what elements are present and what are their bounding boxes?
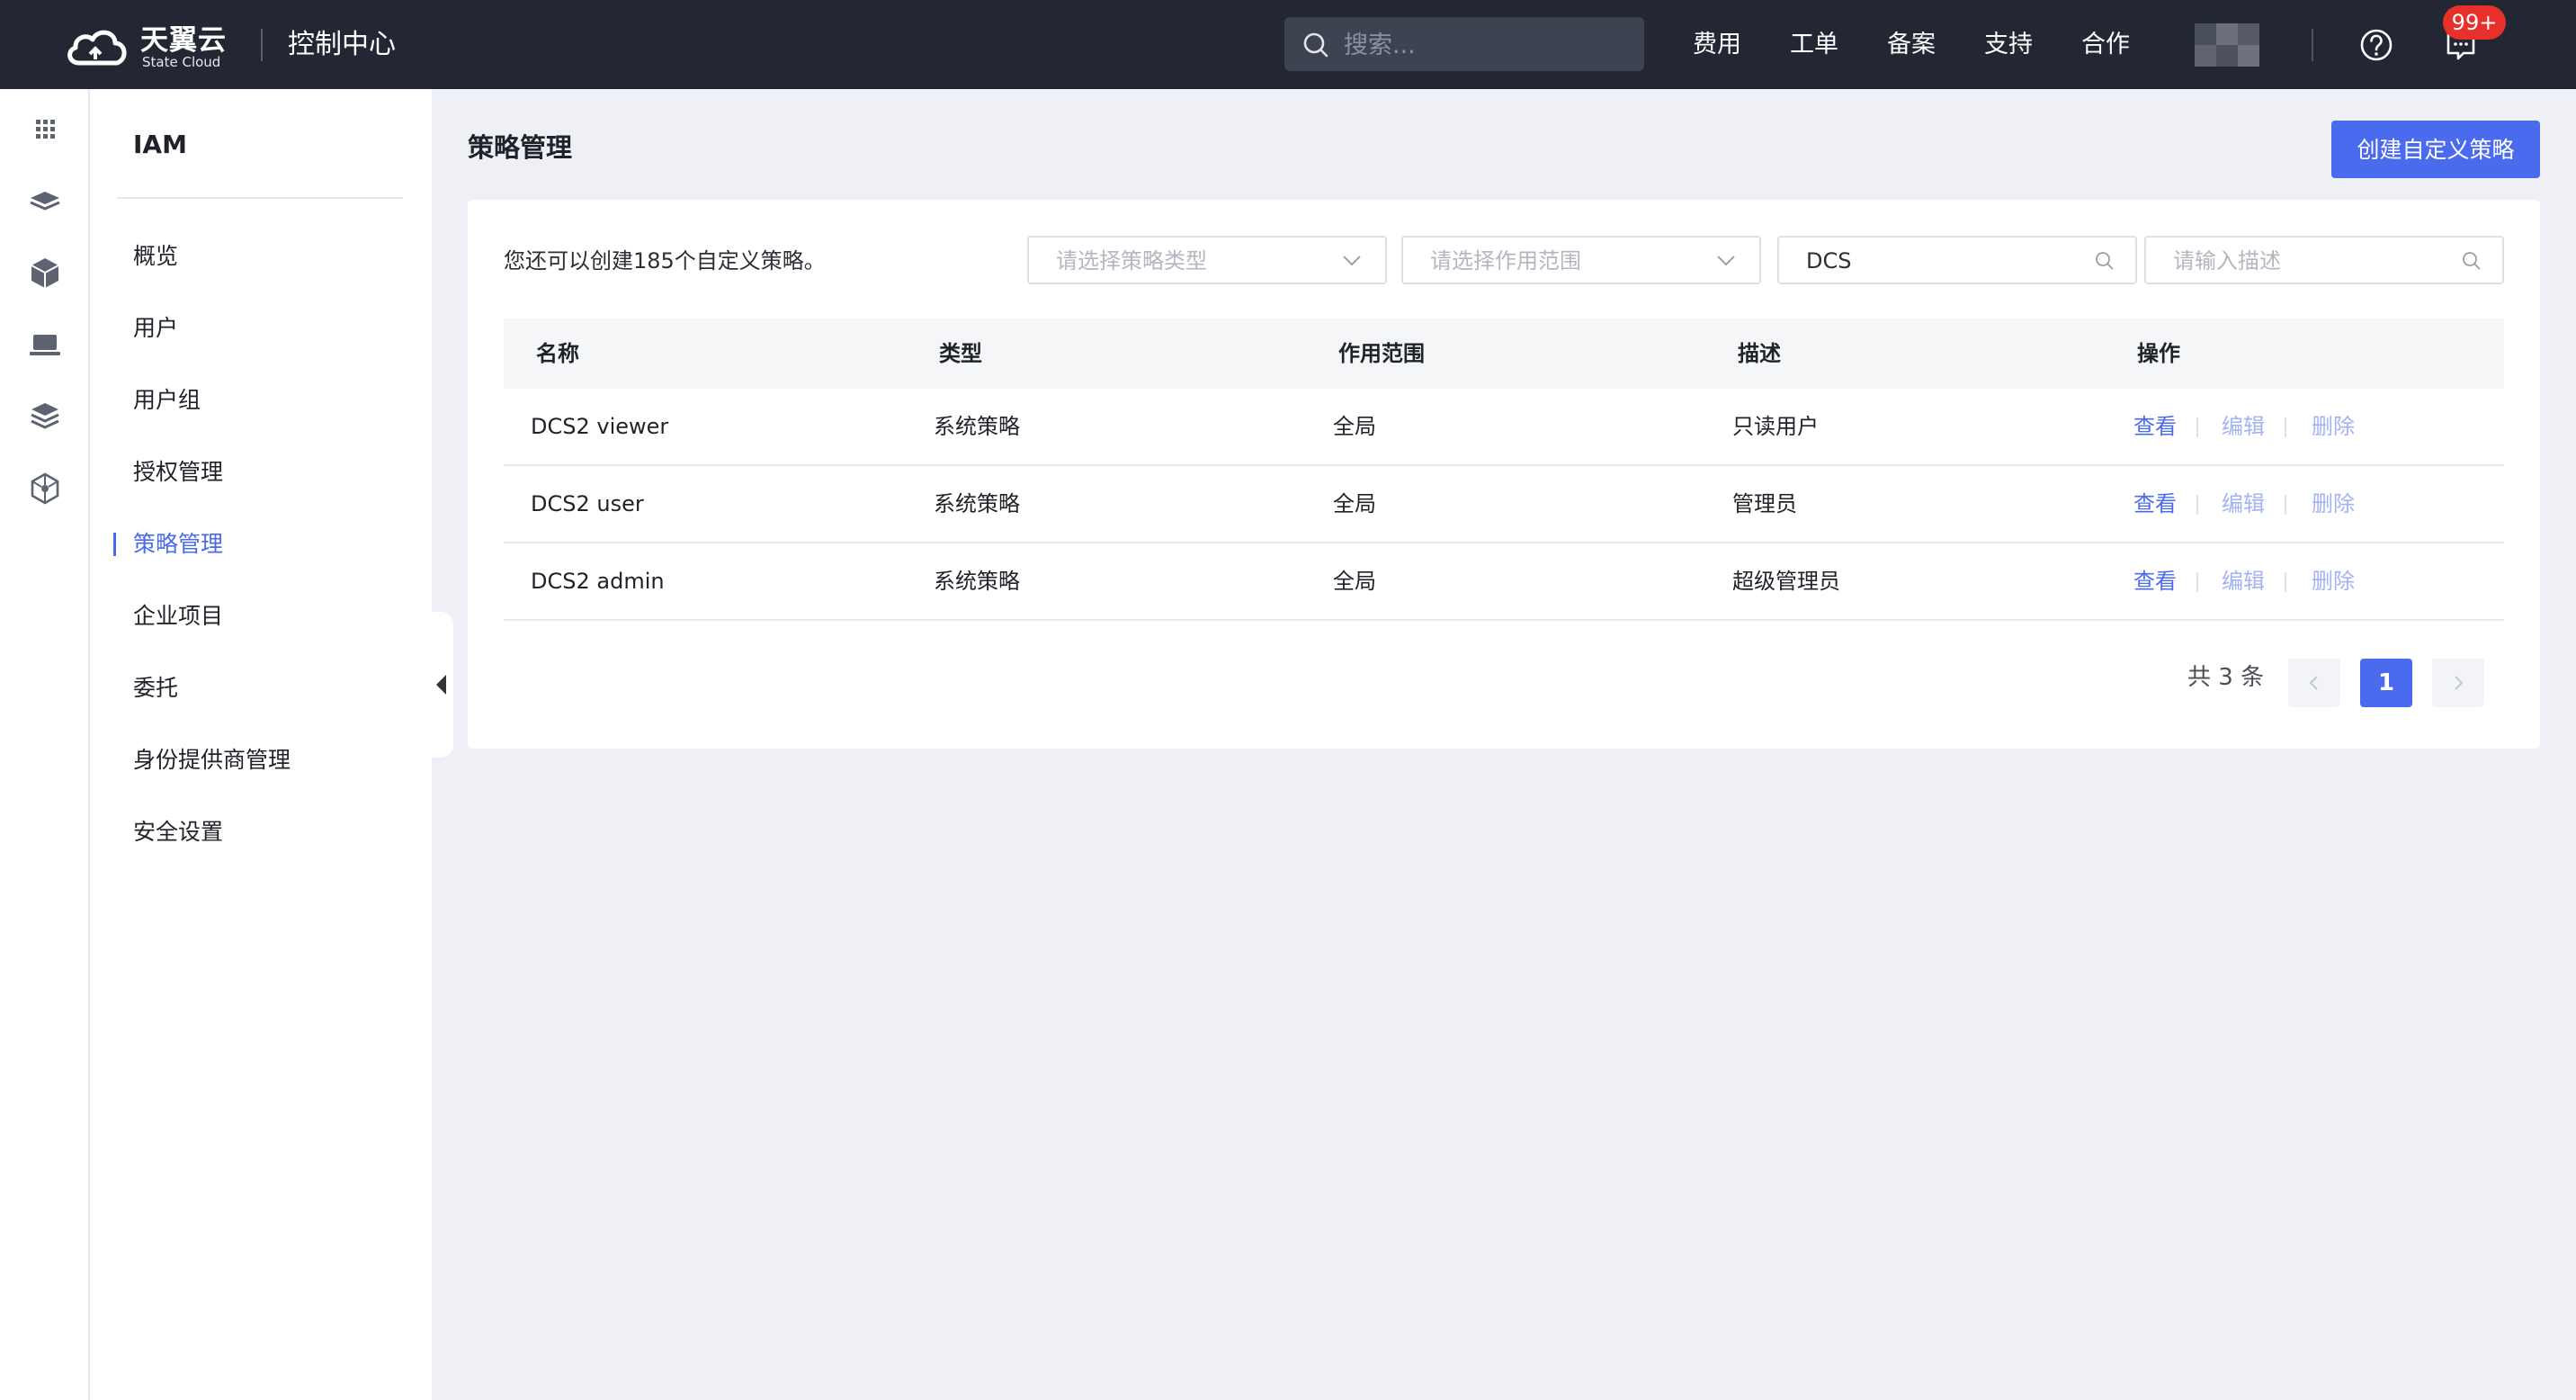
iam-sidebar: IAM 概览 用户 用户组 授权管理 策略管理 企业项目 委托 身份提供商管理 …: [90, 89, 432, 1400]
sidebar-item-authorization[interactable]: 授权管理: [133, 456, 223, 489]
table-row: DCS2 admin 系统策略 全局 超级管理员 查看 编辑 删除: [504, 543, 2504, 621]
action-separator: [2285, 495, 2286, 515]
sidebar-item-delegation[interactable]: 委托: [133, 672, 178, 704]
page-title: 策略管理: [468, 132, 573, 163]
page-number-current[interactable]: 1: [2360, 659, 2412, 707]
delete-link[interactable]: 删除: [2312, 410, 2355, 443]
network-icon[interactable]: [27, 471, 63, 507]
edit-link[interactable]: 编辑: [2222, 488, 2265, 520]
nav-partner[interactable]: 合作: [2081, 27, 2130, 63]
action-separator: [2196, 417, 2198, 437]
search-icon[interactable]: [2461, 250, 2482, 272]
product-rail: [0, 89, 90, 1400]
laptop-icon[interactable]: [27, 327, 63, 363]
user-avatar[interactable]: [2195, 23, 2259, 67]
action-separator: [2285, 417, 2286, 437]
console-title[interactable]: 控制中心: [288, 27, 396, 63]
prev-page-button[interactable]: [2288, 659, 2340, 707]
brand-name: 天翼云: [140, 24, 227, 57]
sidebar-title: IAM: [133, 130, 187, 159]
sidebar-item-overview[interactable]: 概览: [133, 240, 178, 273]
next-page-button[interactable]: [2432, 659, 2484, 707]
policy-type: 系统策略: [934, 569, 1020, 594]
logo-divider: [261, 29, 263, 61]
delete-link[interactable]: 删除: [2312, 565, 2355, 597]
view-link[interactable]: 查看: [2133, 565, 2177, 597]
nav-tickets[interactable]: 工单: [1790, 27, 1838, 63]
table-row: DCS2 user 系统策略 全局 管理员 查看 编辑 删除: [504, 466, 2504, 543]
sidebar-item-user-groups[interactable]: 用户组: [133, 384, 201, 417]
view-link[interactable]: 查看: [2133, 488, 2177, 520]
policy-list-card: 您还可以创建185个自定义策略。 请选择策略类型 请选择作用范围 DCS 请输入…: [468, 200, 2540, 749]
caret-left-icon: [436, 675, 446, 695]
column-header-type: 类型: [939, 341, 982, 366]
grid-icon[interactable]: [27, 111, 63, 147]
sidebar-collapse-toggle[interactable]: [430, 612, 453, 758]
nav-billing[interactable]: 费用: [1693, 27, 1741, 63]
sidebar-item-enterprise-projects[interactable]: 企业项目: [133, 600, 223, 633]
create-custom-policy-button[interactable]: 创建自定义策略: [2331, 121, 2540, 178]
policy-name: DCS2 user: [531, 491, 644, 516]
sidebar-item-security-settings[interactable]: 安全设置: [133, 816, 223, 848]
search-icon[interactable]: [2094, 250, 2115, 272]
brand-subtitle: State Cloud: [142, 54, 221, 70]
chevron-down-icon: [1717, 256, 1735, 266]
policy-type-select[interactable]: 请选择策略类型: [1027, 236, 1387, 284]
action-separator: [2285, 572, 2286, 592]
action-separator: [2196, 572, 2198, 592]
chevron-right-icon: [2455, 676, 2464, 690]
policy-type: 系统策略: [934, 414, 1020, 439]
topbar-divider: [2312, 29, 2313, 61]
active-indicator: [113, 533, 116, 556]
chevron-left-icon: [2309, 676, 2318, 690]
column-header-description: 描述: [1738, 341, 1781, 366]
search-icon: [1303, 32, 1328, 58]
column-header-actions: 操作: [2137, 341, 2180, 366]
column-header-scope: 作用范围: [1338, 341, 1425, 366]
nav-support[interactable]: 支持: [1984, 27, 2033, 63]
policy-scope: 全局: [1333, 491, 1376, 516]
description-search[interactable]: 请输入描述: [2144, 236, 2504, 284]
global-search[interactable]: [1284, 17, 1644, 73]
help-icon[interactable]: [2358, 27, 2394, 63]
scope-select[interactable]: 请选择作用范围: [1401, 236, 1761, 284]
total-count: 共 3 条: [2187, 664, 2265, 691]
policy-name: DCS2 admin: [531, 569, 665, 594]
stack-icon[interactable]: [27, 399, 63, 435]
notification-badge: 99+: [2443, 5, 2506, 40]
top-bar: 天翼云 State Cloud 控制中心 费用 工单 备案 支持 合作 99+: [0, 0, 2576, 89]
edit-link[interactable]: 编辑: [2222, 565, 2265, 597]
policy-name-search[interactable]: DCS: [1777, 236, 2137, 284]
edit-link[interactable]: 编辑: [2222, 410, 2265, 443]
table-row: DCS2 viewer 系统策略 全局 只读用户 查看 编辑 删除: [504, 389, 2504, 466]
nav-filing[interactable]: 备案: [1887, 27, 1936, 63]
view-link[interactable]: 查看: [2133, 410, 2177, 443]
sidebar-item-identity-providers[interactable]: 身份提供商管理: [133, 744, 291, 776]
policy-type-placeholder: 请选择策略类型: [1056, 248, 1207, 274]
sidebar-item-policies[interactable]: 策略管理: [133, 528, 223, 561]
column-header-name: 名称: [536, 341, 579, 366]
sidebar-divider: [117, 197, 403, 199]
policy-description: 只读用户: [1732, 414, 1819, 439]
chevron-down-icon: [1343, 256, 1361, 266]
delete-link[interactable]: 删除: [2312, 488, 2355, 520]
policy-description: 管理员: [1732, 491, 1797, 516]
action-separator: [2196, 495, 2198, 515]
layers-icon[interactable]: [27, 183, 63, 219]
quota-text: 您还可以创建185个自定义策略。: [504, 248, 826, 274]
policy-scope: 全局: [1333, 414, 1376, 439]
policy-name: DCS2 viewer: [531, 414, 669, 439]
cube-icon[interactable]: [27, 255, 63, 291]
sidebar-item-users[interactable]: 用户: [133, 312, 178, 345]
search-input[interactable]: [1342, 17, 1633, 73]
cloud-logo-icon[interactable]: [63, 23, 135, 70]
policy-name-value[interactable]: DCS: [1806, 245, 1851, 277]
policy-description: 超级管理员: [1732, 569, 1840, 594]
scope-placeholder: 请选择作用范围: [1430, 248, 1581, 274]
policy-type: 系统策略: [934, 491, 1020, 516]
description-placeholder: 请输入描述: [2173, 248, 2281, 274]
table-header: 名称 类型 作用范围 描述 操作: [504, 319, 2504, 389]
policy-scope: 全局: [1333, 569, 1376, 594]
